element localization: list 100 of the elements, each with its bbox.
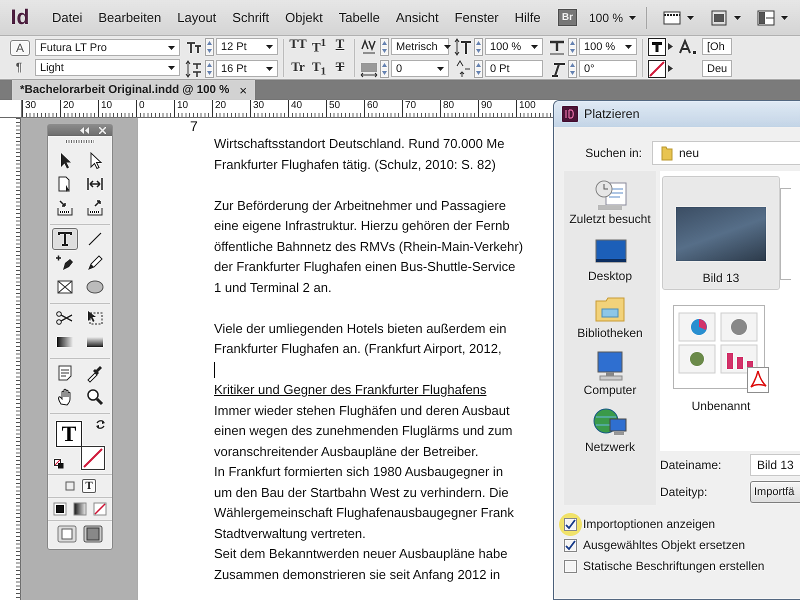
font-style-dropdown[interactable]: Light <box>35 59 180 76</box>
fill-swatch[interactable]: T <box>56 421 82 447</box>
stepper-button[interactable] <box>205 60 214 78</box>
horizontal-scale-dropdown[interactable]: 100 % <box>579 38 637 55</box>
close-icon <box>99 127 106 134</box>
zoom-dropdown[interactable]: 100 % <box>588 10 636 24</box>
body-text-line: der Frankfurter Flughafen einen Bus-Shuttle-Service <box>214 258 516 276</box>
look-in-label: Suchen in: <box>584 146 643 160</box>
checkbox[interactable] <box>564 560 577 572</box>
ruler-label: 10 <box>174 100 212 117</box>
kerning-dropdown[interactable]: Metrisch <box>391 38 449 55</box>
text-fill-icon <box>648 38 666 56</box>
body-text-line: einen wegen des zunehmenden Fluglärms und zum <box>214 422 512 440</box>
paragraph-mode-button[interactable]: ¶ <box>10 59 28 75</box>
view-options-button[interactable] <box>663 8 694 26</box>
layout-grid-icon <box>757 8 775 26</box>
caret-icon <box>734 16 741 20</box>
view-options-button[interactable] <box>710 8 741 26</box>
check-icon <box>565 540 576 550</box>
close-button[interactable]: × <box>239 82 247 98</box>
underline-button[interactable]: T <box>331 36 349 55</box>
font-family-dropdown[interactable]: Futura LT Pro <box>35 39 180 56</box>
place-item[interactable]: Bibliotheken <box>577 291 643 340</box>
baseline-shift-field[interactable]: 0 Pt <box>485 60 543 77</box>
apply-gradient-button[interactable] <box>73 502 87 516</box>
file-tile[interactable]: Unbenannt <box>662 304 780 418</box>
triangle-icon <box>668 65 673 72</box>
preview-button[interactable] <box>83 525 103 543</box>
body-text-line: Frankfurter Flughafen an. (Frankfurt Airport, 2012, <box>214 340 502 358</box>
skew-field[interactable]: 0° <box>579 60 637 77</box>
vertical-scale-dropdown[interactable]: 100 % <box>485 38 543 55</box>
leading-icon <box>185 60 203 78</box>
checkbox[interactable] <box>564 538 577 552</box>
body-text-line: In Frankfurt formierten sich 1980 Ausbaugegner in <box>214 463 504 481</box>
swap-icon[interactable] <box>95 419 106 430</box>
no-color-slash-icon <box>82 447 104 469</box>
apply-color-button[interactable] <box>53 502 67 516</box>
menu-item[interactable]: Hilfe <box>506 10 549 25</box>
strikethrough-button[interactable]: T <box>331 58 349 79</box>
text-cursor <box>214 362 215 378</box>
character-style-field[interactable]: [Oh <box>702 38 732 55</box>
stepper-button[interactable] <box>568 38 577 56</box>
file-type-dropdown[interactable]: Importfä <box>750 481 800 503</box>
text-format-button[interactable]: T <box>82 479 96 493</box>
menu-item[interactable]: Schrift <box>224 10 278 25</box>
apply-none-button[interactable] <box>93 502 107 516</box>
menu-item[interactable]: Objekt <box>277 10 331 25</box>
menu-item[interactable]: Fenster <box>446 10 507 25</box>
stepper-button[interactable] <box>380 38 389 56</box>
default-colors-icon[interactable] <box>54 459 64 469</box>
tracking-dropdown[interactable]: 0 <box>391 60 449 77</box>
stepper-button[interactable] <box>205 38 214 56</box>
type-style-button[interactable]: T$^{1}$ <box>310 36 328 55</box>
leading-dropdown[interactable]: 16 Pt <box>216 60 278 77</box>
place-item[interactable]: Computer <box>584 348 636 397</box>
language-field[interactable]: Deu <box>702 60 732 77</box>
menu-item[interactable]: Tabelle <box>330 10 388 25</box>
checkbox[interactable] <box>564 518 577 530</box>
body-text-line: voranschreitender Ausbaupläne der Betreiber. <box>214 442 479 461</box>
ruler-label: 40 <box>288 100 326 117</box>
menu-item[interactable]: Bearbeiten <box>90 10 170 25</box>
menu-item[interactable]: Datei <box>44 10 90 25</box>
look-in-dropdown[interactable]: neu <box>652 141 800 165</box>
stepper-button[interactable] <box>380 60 389 78</box>
body-text-line: Wirtschaftsstandort Deutschland. Rund 70.000 Me <box>214 135 504 153</box>
type-style-button[interactable]: Tr <box>289 58 307 79</box>
ruler-label: 30 <box>22 100 60 117</box>
grip-icon <box>66 140 94 143</box>
content-collector-icon <box>55 198 75 218</box>
bridge-button[interactable]: Br <box>558 9 577 26</box>
stroke-swatch[interactable] <box>81 446 105 470</box>
stepper-button[interactable] <box>474 60 483 78</box>
place-item[interactable]: Netzwerk <box>584 405 635 454</box>
character-mode-button[interactable]: A <box>10 40 30 56</box>
pdf-icon <box>747 367 769 393</box>
document-tab[interactable]: *Bachelorarbeit Original.indd @ 100 % × <box>12 80 255 100</box>
file-name-field[interactable]: Bild 13 <box>750 454 800 476</box>
container-format-button[interactable] <box>64 480 76 492</box>
type-style-button[interactable]: TT <box>289 36 307 55</box>
pen-icon <box>55 253 75 273</box>
file-name-label: Dateiname: <box>660 458 722 472</box>
file-type-label: Dateityp: <box>660 485 708 499</box>
type-style-button[interactable]: T$_{1}$ <box>310 58 328 79</box>
body-text-line: öffentliche Bahnnetz des RMVs (Rhein-Main-Verkehr) <box>214 238 524 256</box>
view-options-button[interactable] <box>757 8 788 26</box>
type-tool-button[interactable] <box>52 228 78 250</box>
normal-view-button[interactable] <box>57 525 77 543</box>
stepper-button[interactable] <box>568 60 577 78</box>
place-item[interactable]: Desktop <box>588 234 632 283</box>
menu-item[interactable]: Ansicht <box>388 10 447 25</box>
caret-icon <box>444 44 451 48</box>
menu-item[interactable]: Layout <box>169 10 224 25</box>
app-icon <box>562 106 578 122</box>
ruler-label: 60 <box>364 100 402 117</box>
file-tile[interactable]: Bild 13 <box>662 176 780 290</box>
place-item[interactable]: Zuletzt besucht <box>569 177 651 226</box>
font-size-dropdown[interactable]: 12 Pt <box>216 38 278 55</box>
eyedropper-icon <box>85 363 105 383</box>
stepper-button[interactable] <box>474 38 483 56</box>
ruler-label: 90 <box>478 100 516 117</box>
